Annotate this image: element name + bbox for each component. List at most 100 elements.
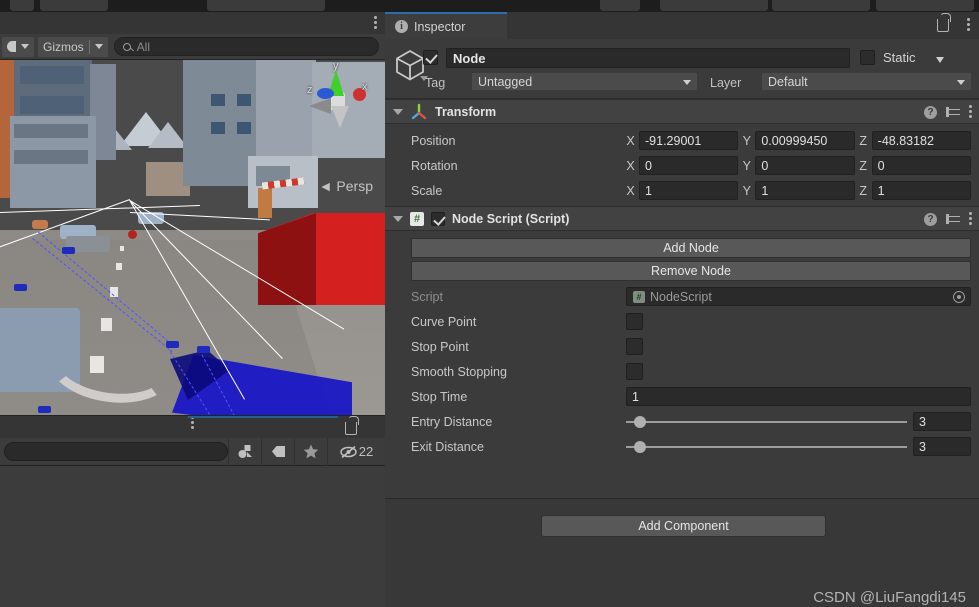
entry-distance-row: Entry Distance 3 bbox=[385, 409, 979, 434]
exit-distance-value: 3 bbox=[919, 439, 926, 454]
favorite-filter-button[interactable] bbox=[294, 437, 327, 466]
rotation-y-input[interactable]: 0 bbox=[755, 156, 855, 175]
tab-inspector[interactable]: i Inspector bbox=[385, 12, 507, 39]
toolbar-chip[interactable] bbox=[10, 0, 34, 11]
entry-distance-value: 3 bbox=[919, 414, 926, 429]
add-node-button[interactable]: Add Node bbox=[411, 238, 971, 258]
window bbox=[237, 94, 251, 106]
chevron-down-icon[interactable] bbox=[936, 57, 944, 63]
stop-time-input[interactable]: 1 bbox=[626, 387, 971, 406]
stop-point-checkbox[interactable] bbox=[626, 338, 643, 355]
gizmos-label: Gizmos bbox=[43, 39, 84, 54]
node-handle[interactable] bbox=[128, 230, 137, 239]
shading-mode-dropdown[interactable] bbox=[2, 36, 34, 57]
help-icon[interactable]: ? bbox=[924, 106, 937, 119]
scene-viewport[interactable]: y x z ◄ Persp bbox=[0, 60, 385, 415]
preset-slider-icon[interactable] bbox=[946, 107, 960, 119]
gameobject-name-value: Node bbox=[453, 50, 486, 66]
entry-distance-slider[interactable] bbox=[626, 414, 907, 430]
axis-label-y: Y bbox=[742, 158, 751, 173]
transform-title: Transform bbox=[435, 104, 497, 119]
tag-filter-button[interactable] bbox=[261, 437, 294, 466]
inspector-lock-button[interactable] bbox=[937, 13, 951, 32]
row-label: Entry Distance bbox=[411, 414, 493, 429]
rotation-z-value: 0 bbox=[877, 158, 885, 173]
axis-cone-dark[interactable] bbox=[331, 106, 349, 128]
vehicle bbox=[32, 220, 48, 229]
node-handle[interactable] bbox=[14, 284, 27, 291]
object-picker-icon[interactable] bbox=[953, 291, 965, 303]
axis-label-z: Z bbox=[859, 183, 867, 198]
transform-row-position: Position X -91.29001 Y 0.00999450 Z -48.… bbox=[385, 128, 979, 153]
kebab-menu-icon[interactable] bbox=[969, 212, 972, 227]
hierarchy-lock-button[interactable] bbox=[345, 416, 359, 435]
static-checkbox[interactable] bbox=[860, 50, 875, 65]
hierarchy-list[interactable] bbox=[0, 466, 385, 607]
projection-mode-label[interactable]: ◄ Persp bbox=[319, 178, 373, 194]
checkbox bbox=[423, 50, 438, 65]
gameobject-name-input[interactable]: Node bbox=[446, 48, 850, 68]
rotation-x-input[interactable]: 0 bbox=[639, 156, 739, 175]
node-script-header[interactable]: # Node Script (Script) ? bbox=[385, 206, 979, 231]
node-handle[interactable] bbox=[38, 406, 51, 413]
kebab-menu-icon[interactable] bbox=[967, 18, 970, 33]
stop-time-row: Stop Time 1 bbox=[385, 384, 979, 409]
rotation-z-input[interactable]: 0 bbox=[871, 156, 971, 175]
exit-distance-input[interactable]: 3 bbox=[913, 437, 971, 456]
slider-track bbox=[626, 445, 907, 448]
scene-search-input[interactable]: All bbox=[113, 37, 379, 56]
toolbar-chip[interactable] bbox=[772, 0, 870, 11]
prefab-filter-button[interactable] bbox=[228, 437, 261, 466]
scale-x-input[interactable]: 1 bbox=[639, 181, 739, 200]
foldout-arrow-icon[interactable] bbox=[393, 215, 403, 222]
toolbar-chip[interactable] bbox=[876, 0, 974, 11]
hidden-objects-button[interactable]: 22 bbox=[327, 437, 385, 466]
axis-cone-dark2[interactable] bbox=[309, 98, 331, 114]
entry-distance-input[interactable]: 3 bbox=[913, 412, 971, 431]
barrier bbox=[258, 188, 272, 218]
layer-dropdown[interactable]: Default bbox=[761, 72, 972, 91]
kebab-menu-icon[interactable] bbox=[373, 16, 377, 30]
exit-distance-slider[interactable] bbox=[626, 439, 907, 455]
help-icon[interactable]: ? bbox=[924, 213, 937, 226]
scale-y-input[interactable]: 1 bbox=[755, 181, 855, 200]
position-y-input[interactable]: 0.00999450 bbox=[755, 131, 855, 150]
slider-knob[interactable] bbox=[634, 415, 647, 428]
scene-view-tabbar bbox=[0, 12, 385, 34]
node-handle[interactable] bbox=[197, 346, 210, 353]
gameobject-enabled-checkbox[interactable] bbox=[423, 50, 438, 65]
node-handle[interactable] bbox=[62, 247, 75, 254]
toolbar-chip[interactable] bbox=[600, 0, 640, 11]
toolbar-chip[interactable] bbox=[40, 0, 108, 11]
scale-y-value: 1 bbox=[761, 183, 769, 198]
position-y-value: 0.00999450 bbox=[761, 133, 828, 148]
node-handle[interactable] bbox=[166, 341, 179, 348]
add-component-button[interactable]: Add Component bbox=[541, 515, 826, 537]
preset-slider-icon[interactable] bbox=[946, 214, 960, 226]
position-x-input[interactable]: -91.29001 bbox=[639, 131, 739, 150]
transform-header[interactable]: Transform ? bbox=[385, 99, 979, 124]
curve-point-checkbox[interactable] bbox=[626, 313, 643, 330]
position-z-input[interactable]: -48.83182 bbox=[871, 131, 971, 150]
row-label: Script bbox=[411, 289, 443, 304]
window bbox=[14, 124, 88, 138]
kebab-menu-icon[interactable] bbox=[969, 105, 972, 120]
tag-dropdown[interactable]: Untagged bbox=[471, 72, 698, 91]
checkbox bbox=[626, 338, 643, 355]
hierarchy-search-input[interactable] bbox=[4, 442, 228, 461]
smooth-stopping-checkbox[interactable] bbox=[626, 363, 643, 380]
scene-axis-gizmo[interactable]: y x z bbox=[305, 60, 369, 132]
slider-knob[interactable] bbox=[634, 440, 647, 453]
transform-row-rotation: Rotation X 0 Y 0 Z 0 bbox=[385, 153, 979, 178]
hierarchy-toolbar: 22 bbox=[0, 437, 385, 466]
toolbar-chip[interactable] bbox=[660, 0, 768, 11]
scale-z-input[interactable]: 1 bbox=[871, 181, 971, 200]
foldout-arrow-icon[interactable] bbox=[393, 108, 403, 115]
remove-node-button[interactable]: Remove Node bbox=[411, 261, 971, 281]
gizmos-dropdown[interactable]: Gizmos bbox=[38, 36, 108, 57]
node-script-enabled-checkbox[interactable] bbox=[431, 211, 445, 226]
toolbar-chip[interactable] bbox=[207, 0, 325, 11]
row-label: Rotation bbox=[411, 158, 458, 173]
checkbox bbox=[860, 50, 875, 65]
script-object-field[interactable]: # NodeScript bbox=[626, 287, 971, 306]
